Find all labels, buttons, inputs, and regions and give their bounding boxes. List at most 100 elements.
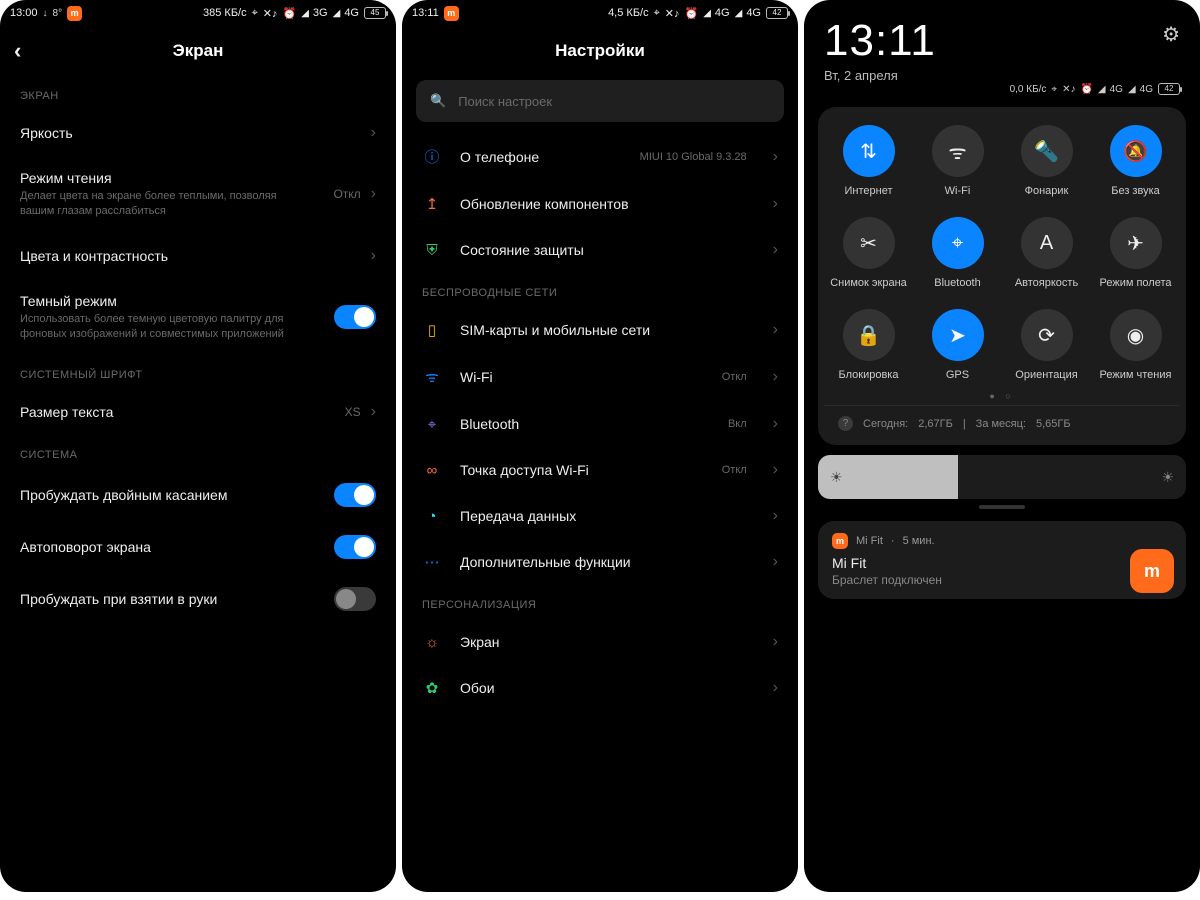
alarm-icon: ⏰	[283, 7, 297, 20]
row-value: Вкл	[728, 418, 747, 430]
sim-icon: ▯	[422, 321, 442, 339]
chevron-right-icon: ›	[773, 507, 778, 525]
quick-settings-panel: ⇅Интернет ᯤWi-Fi 🔦Фонарик 🔕Без звука ✂ Сн…	[818, 107, 1186, 445]
chevron-right-icon: ›	[371, 185, 376, 203]
chevron-right-icon: ›	[773, 368, 778, 386]
qs-auto-brightness[interactable]: AАвтояркость	[1002, 217, 1091, 289]
row-bluetooth[interactable]: ⌖ Bluetooth Вкл ›	[402, 401, 798, 447]
download-icon: ↓	[43, 8, 48, 19]
usage-sep: |	[963, 418, 966, 430]
qs-airplane[interactable]: ✈Режим полета	[1091, 217, 1180, 289]
net-type-1: 4G	[1110, 84, 1123, 95]
auto-rotate-toggle[interactable]	[334, 535, 376, 559]
qs-wifi[interactable]: ᯤWi-Fi	[913, 125, 1002, 197]
net-type-2: 4G	[1140, 84, 1153, 95]
section-header-screen: ЭКРАН	[0, 76, 396, 110]
status-bar: 13:00 ↓ 8° m 385 КБ/с ⌖ ✕♪ ⏰ ◢ 3G ◢ 4G 4…	[0, 0, 396, 26]
back-button[interactable]: ‹	[14, 38, 21, 64]
notification-card[interactable]: m Mi Fit · 5 мин. Mi Fit Браслет подключ…	[818, 521, 1186, 599]
dark-mode-toggle[interactable]	[334, 305, 376, 329]
mute-icon: 🔕	[1110, 125, 1162, 177]
row-brightness[interactable]: Яркость ›	[0, 110, 396, 156]
notif-subtitle: Браслет подключен	[832, 573, 1172, 587]
qs-lock[interactable]: 🔒 Блокировка	[824, 309, 913, 381]
status-time: 13:00	[10, 7, 38, 19]
qs-label: Режим полета	[1099, 277, 1171, 289]
chevron-right-icon: ›	[773, 553, 778, 571]
page-title: Настройки	[555, 41, 645, 61]
row-subtitle: Использовать более темную цветовую палит…	[20, 312, 310, 342]
orientation-icon: ⟳	[1021, 309, 1073, 361]
lock-icon: 🔒	[843, 309, 895, 361]
row-label: О телефоне	[460, 149, 622, 165]
row-about-phone[interactable]: ⓘ О телефоне MIUI 10 Global 9.3.28 ›	[402, 132, 798, 181]
net-type-1: 3G	[313, 7, 328, 19]
qs-mute[interactable]: 🔕Без звука	[1091, 125, 1180, 197]
shield-icon: ⛨	[422, 242, 442, 259]
row-colors-contrast[interactable]: Цвета и контрастность ›	[0, 233, 396, 279]
usage-month-label: За месяц:	[976, 418, 1026, 430]
section-header-personalization: ПЕРСОНАЛИЗАЦИЯ	[402, 585, 798, 619]
row-value: XS	[345, 405, 361, 419]
signal-1-icon: ◢	[703, 8, 710, 19]
mi-fit-app-icon: m	[832, 533, 848, 549]
row-label: Передача данных	[460, 508, 755, 524]
qs-torch[interactable]: 🔦Фонарик	[1002, 125, 1091, 197]
row-component-update[interactable]: ↥ Обновление компонентов ›	[402, 181, 798, 227]
screenshot-icon: ✂	[843, 217, 895, 269]
row-sim-networks[interactable]: ▯ SIM-карты и мобильные сети ›	[402, 307, 798, 353]
row-label: Обновление компонентов	[460, 196, 755, 212]
row-label: Пробуждать двойным касанием	[20, 487, 334, 503]
data-usage-bar[interactable]: ? Сегодня: 2,67ГБ | За месяц: 5,65ГБ	[824, 405, 1180, 435]
more-icon: ⋯	[422, 553, 442, 571]
sun-high-icon: ☀	[1161, 469, 1174, 486]
brightness-slider[interactable]: ☀ ☀	[818, 455, 1186, 499]
phone-settings-root: 13:11 m 4,5 КБ/с ⌖ ✕♪ ⏰ ◢ 4G ◢ 4G 42 Нас…	[402, 0, 798, 892]
hotspot-icon: ∞	[422, 462, 442, 479]
row-hotspot[interactable]: ∞ Точка доступа Wi-Fi Откл ›	[402, 447, 798, 493]
question-icon: ?	[838, 416, 853, 431]
net-speed: 0,0 КБ/с	[1010, 84, 1047, 95]
row-reading-mode[interactable]: Режим чтения Делает цвета на экране боле…	[0, 156, 396, 233]
search-input[interactable]: 🔍 Поиск настроек	[416, 80, 784, 122]
row-wifi[interactable]: ᯤ Wi-Fi Откл ›	[402, 353, 798, 401]
qs-screenshot[interactable]: ✂ Снимок экрана	[824, 217, 913, 289]
row-text-size[interactable]: Размер текста XS ›	[0, 389, 396, 435]
row-value: Откл	[722, 464, 747, 476]
row-data-usage[interactable]: ◔ Передача данных ›	[402, 493, 798, 539]
page-title: Экран	[173, 41, 224, 61]
usage-today-value: 2,67ГБ	[918, 418, 953, 430]
bluetooth-icon: ⌖	[252, 7, 258, 20]
titlebar: ‹ Экран	[0, 26, 396, 76]
display-icon: ☼	[422, 634, 442, 651]
qs-label: Блокировка	[839, 369, 899, 381]
settings-gear-icon[interactable]: ⚙	[1162, 22, 1180, 47]
chevron-right-icon: ›	[773, 633, 778, 651]
qs-internet[interactable]: ⇅Интернет	[824, 125, 913, 197]
raise-wake-toggle[interactable]	[334, 587, 376, 611]
usage-today-label: Сегодня:	[863, 418, 908, 430]
status-bar: 13:11 m 4,5 КБ/с ⌖ ✕♪ ⏰ ◢ 4G ◢ 4G 42	[402, 0, 798, 26]
row-wallpaper[interactable]: ✿ Обои ›	[402, 665, 798, 711]
signal-2-icon: ◢	[333, 8, 340, 19]
qs-label: Снимок экрана	[830, 277, 907, 289]
eye-icon: ◉	[1110, 309, 1162, 361]
row-more-functions[interactable]: ⋯ Дополнительные функции ›	[402, 539, 798, 585]
qs-orientation[interactable]: ⟳Ориентация	[1002, 309, 1091, 381]
drag-handle[interactable]	[979, 505, 1025, 509]
row-label: Bluetooth	[460, 416, 710, 432]
torch-icon: 🔦	[1021, 125, 1073, 177]
double-tap-toggle[interactable]	[334, 483, 376, 507]
bluetooth-icon: ⌖	[422, 416, 442, 433]
row-display[interactable]: ☼ Экран ›	[402, 619, 798, 665]
qs-bluetooth[interactable]: ⌖Bluetooth	[913, 217, 1002, 289]
phone-display-settings: 13:00 ↓ 8° m 385 КБ/с ⌖ ✕♪ ⏰ ◢ 3G ◢ 4G 4…	[0, 0, 396, 892]
qs-gps[interactable]: ➤GPS	[913, 309, 1002, 381]
chevron-right-icon: ›	[371, 247, 376, 265]
chevron-right-icon: ›	[773, 461, 778, 479]
row-security-status[interactable]: ⛨ Состояние защиты ›	[402, 227, 798, 273]
row-label: Состояние защиты	[460, 242, 755, 258]
row-label: Цвета и контрастность	[20, 248, 371, 264]
qs-reading[interactable]: ◉Режим чтения	[1091, 309, 1180, 381]
chevron-right-icon: ›	[371, 403, 376, 421]
